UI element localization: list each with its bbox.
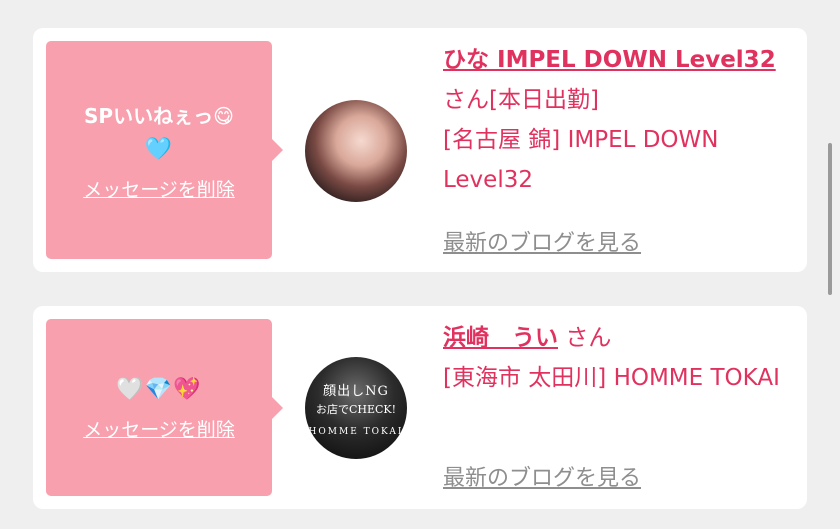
sender-name-link[interactable]: ひな IMPEL DOWN Level32 xyxy=(443,47,776,73)
honorific: さん xyxy=(443,87,489,113)
message-card: SPいいねぇっ😋 🩵 メッセージを削除 ひな IMPEL DOWN Level3… xyxy=(33,28,807,272)
message-card: 🤍💎💖 メッセージを削除 顔出しNG お店でCHECK! HOMME TOKAI… xyxy=(33,306,807,509)
sender-info: ひな IMPEL DOWN Level32 さん[本日出勤] [名古屋 錦] I… xyxy=(443,40,793,200)
latest-blog-link[interactable]: 最新のブログを見る xyxy=(443,460,641,492)
heart-emoji-icon: 🩵 xyxy=(144,136,174,162)
avatar-overlay: 顔出しNG お店でCHECK! HOMME TOKAI xyxy=(305,357,407,459)
honorific: さん xyxy=(565,325,612,351)
message-bubble: SPいいねぇっ😋 🩵 メッセージを削除 xyxy=(46,41,283,259)
delete-message-link[interactable]: メッセージを削除 xyxy=(83,175,235,202)
avatar[interactable] xyxy=(305,100,407,202)
avatar-overlay-text: HOMME TOKAI xyxy=(308,426,404,437)
shop-name: [名古屋 錦] IMPEL DOWN Level32 xyxy=(443,127,719,193)
heart-gem-emoji-icon: 🤍💎💖 xyxy=(116,377,202,402)
avatar[interactable]: 顔出しNG お店でCHECK! HOMME TOKAI xyxy=(305,357,407,459)
avatar-overlay-text: 顔出しNG xyxy=(323,383,389,399)
delete-message-link[interactable]: メッセージを削除 xyxy=(83,415,235,442)
sender-name-link[interactable]: 浜崎 うい xyxy=(443,325,558,351)
message-bubble: 🤍💎💖 メッセージを削除 xyxy=(46,319,283,496)
scrollbar[interactable] xyxy=(828,143,832,295)
status-badge: [本日出勤] xyxy=(489,87,599,113)
shop-name: [東海市 太田川] HOMME TOKAI xyxy=(443,365,780,391)
latest-blog-link[interactable]: 最新のブログを見る xyxy=(443,225,641,257)
message-text: SPいいねぇっ😋 xyxy=(84,103,234,128)
avatar-overlay-text: お店でCHECK! xyxy=(315,402,397,416)
sender-info: 浜崎 うい さん [東海市 太田川] HOMME TOKAI xyxy=(443,318,793,398)
